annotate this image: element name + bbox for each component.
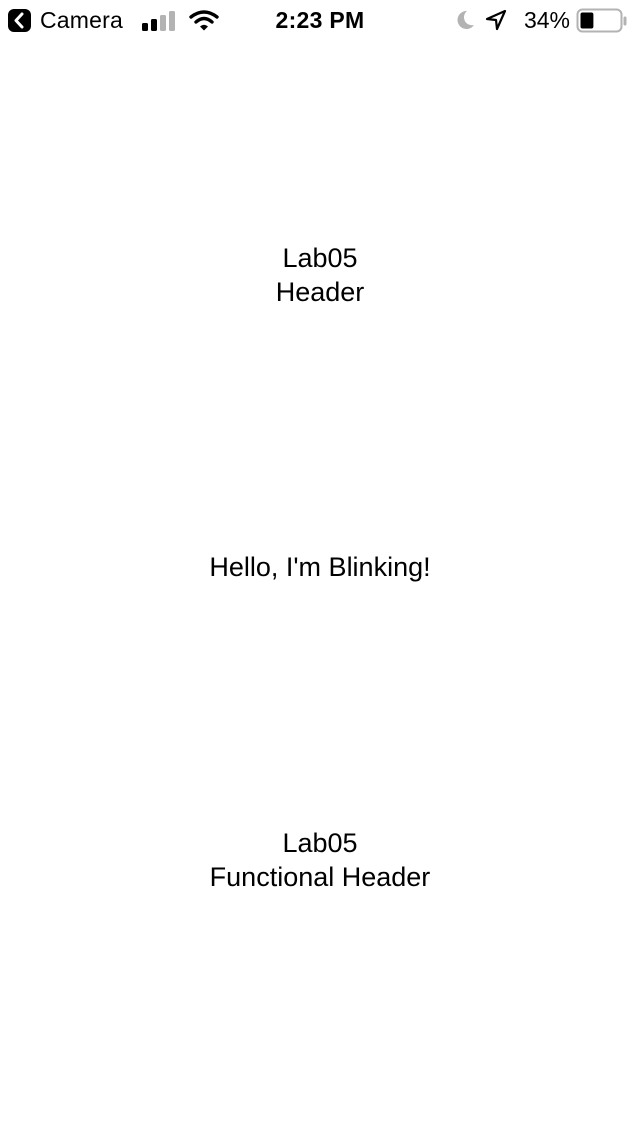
blinking-text: Hello, I'm Blinking! bbox=[209, 552, 431, 582]
location-arrow-icon bbox=[485, 9, 507, 31]
moon-icon bbox=[457, 10, 474, 29]
battery-icon bbox=[576, 8, 627, 33]
header-text: Lab05 Header bbox=[0, 241, 640, 309]
header-subtitle-line: Header bbox=[275, 277, 365, 307]
header-title-line: Lab05 bbox=[282, 243, 358, 273]
functional-header-text: Lab05 Functional Header bbox=[0, 826, 640, 894]
battery-level-fill bbox=[580, 12, 594, 29]
battery-percent: 34% bbox=[523, 7, 570, 33]
functional-header-subtitle-line: Functional Header bbox=[209, 862, 431, 892]
status-bar: Camera 2:23 PM 34% bbox=[0, 0, 640, 40]
functional-header-title-line: Lab05 bbox=[282, 828, 358, 858]
